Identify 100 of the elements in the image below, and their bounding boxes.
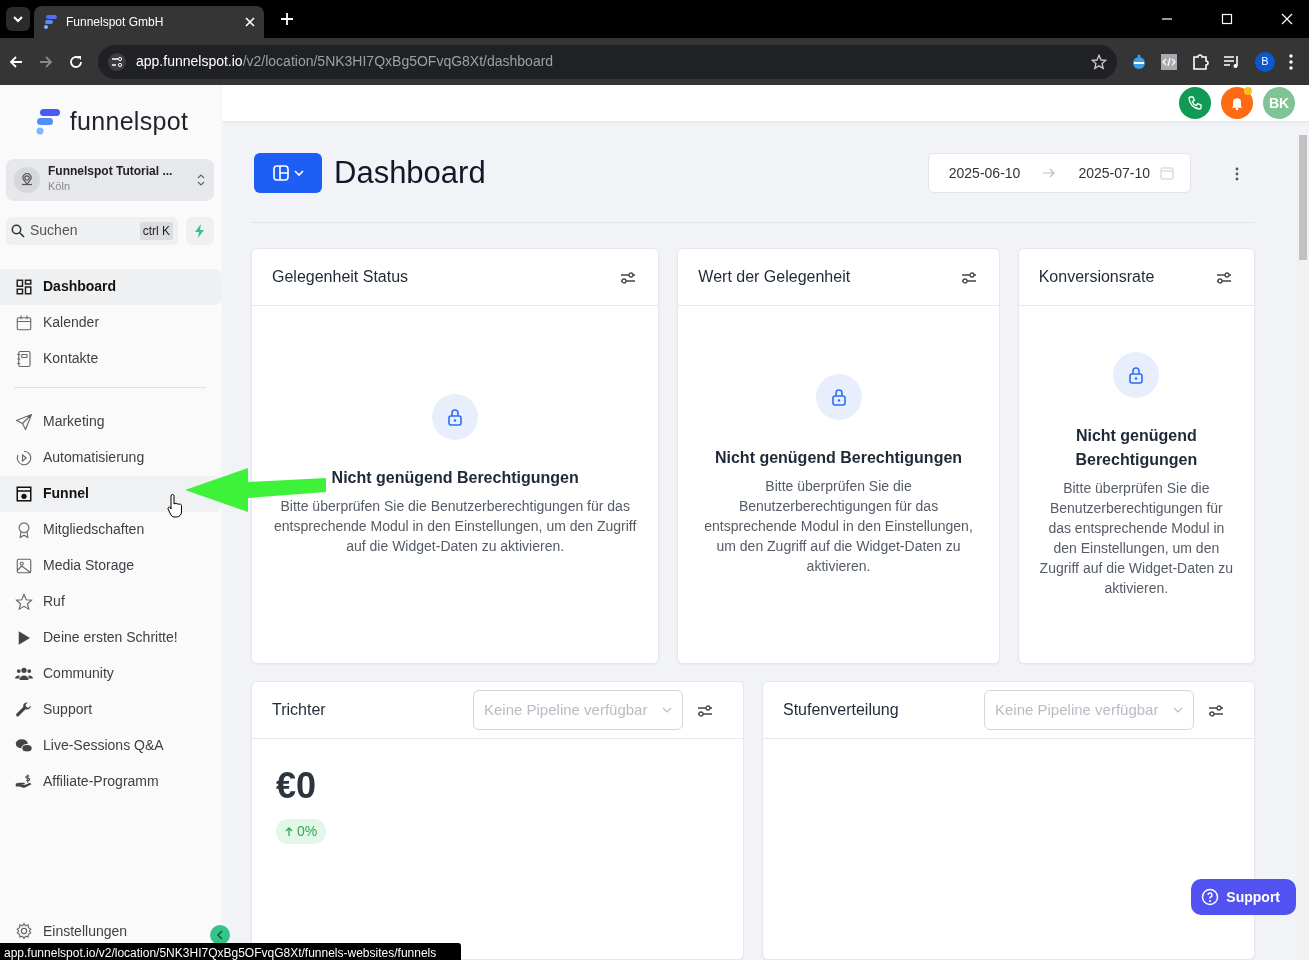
site-settings-icon [108, 52, 126, 71]
permission-message: Bitte überprüfen Sie die Benutzerberechtigungen für das entsprechende Modul in den Einstellungen, um den Zugriff auf die Widget-Daten zu aktivieren. [703, 476, 974, 576]
puzzle-icon[interactable] [1191, 52, 1209, 71]
close-icon[interactable] [1281, 13, 1293, 25]
widget-title: Stufenverteilung [783, 700, 900, 720]
help-icon [1201, 888, 1220, 906]
tab-title: Funnelspot GmbH [66, 14, 165, 31]
search-field[interactable]: Suchen ctrl K [6, 216, 178, 245]
chevron-down-icon [12, 13, 24, 25]
play-circle-icon [15, 448, 33, 467]
date-range-picker[interactable]: 2025-06-10 2025-07-10 [927, 153, 1191, 193]
chevron-left-icon [216, 930, 224, 940]
support-button[interactable]: Support [1191, 879, 1296, 915]
sliders-icon [960, 270, 977, 285]
tab-logo-icon [42, 14, 58, 30]
image-icon [15, 556, 33, 575]
chevron-down-icon [662, 705, 672, 715]
calendar-icon [15, 313, 33, 332]
account-location: Köln [48, 179, 72, 195]
maximize-icon[interactable] [1221, 13, 1233, 25]
sidebar-item[interactable]: Support [0, 691, 222, 728]
sliders-icon [1216, 270, 1232, 285]
bookmark-star-icon[interactable] [1091, 53, 1107, 70]
end-date: 2025-07-10 [1078, 163, 1150, 183]
sidebar-item[interactable]: Dashboard [0, 268, 222, 305]
pointer-cursor-icon [166, 494, 184, 518]
widget-title: Wert der Gelegenheit [698, 267, 852, 287]
chevron-down-icon [1173, 705, 1183, 715]
location-pin-icon [14, 166, 40, 193]
sidebar-item[interactable]: Community [0, 655, 222, 692]
sliders-icon [697, 703, 713, 718]
scrollbar-thumb[interactable] [1299, 135, 1307, 260]
close-icon[interactable] [244, 16, 256, 28]
sidebar-item[interactable]: Media Storage [0, 547, 222, 584]
chevron-down-icon [292, 167, 305, 179]
settings-icon [15, 922, 33, 940]
widget-title: Gelegenheit Status [272, 267, 410, 287]
grid-icon [15, 277, 33, 296]
notifications-button[interactable] [1221, 87, 1253, 119]
browser-tab[interactable]: Funnelspot GmbH [34, 6, 264, 38]
hand-coin-icon [15, 772, 33, 791]
new-tab-icon[interactable] [280, 12, 294, 26]
reload-icon[interactable] [68, 53, 84, 70]
sidebar-item[interactable]: Affiliate-Programm [0, 763, 222, 800]
media-queue-icon[interactable] [1223, 53, 1241, 70]
forward-icon[interactable] [38, 53, 54, 70]
search-placeholder: Suchen [30, 221, 78, 240]
change-badge: 0% [276, 819, 327, 844]
back-icon[interactable] [8, 53, 24, 70]
page-title: Dashboard [334, 154, 487, 192]
more-icon[interactable] [1289, 53, 1293, 70]
arrow-right-icon [1042, 167, 1057, 179]
total-value: €0 [276, 764, 318, 808]
permission-heading: Nicht genügend Berechtigungen [331, 467, 579, 488]
url-text: app.funnelspot.io/v2/location/5NK3HI7QxBg5OFvqG8Xt/dashboard [136, 52, 555, 71]
account-name: Funnelspot Tutorial ... [48, 164, 174, 179]
phone-icon [1187, 95, 1203, 111]
expand-collapse-icon [196, 172, 206, 187]
start-date: 2025-06-10 [948, 163, 1021, 183]
sliders-icon [620, 270, 637, 285]
sidebar-item[interactable]: Marketing [0, 403, 222, 440]
star-icon [15, 592, 33, 611]
sidebar-item[interactable]: Mitgliedschaften [0, 511, 222, 548]
more-icon [1235, 166, 1239, 181]
address-bar[interactable]: app.funnelspot.io/v2/location/5NK3HI7QxBg5OFvqG8Xt/dashboard [98, 44, 1117, 79]
layout-button[interactable] [254, 153, 322, 193]
permission-heading: Nicht genügend Berechtigungen [714, 447, 963, 468]
sidebar-item[interactable]: Automatisierung [0, 439, 222, 476]
chat-bubbles-icon [15, 736, 33, 755]
keyboard-shortcut: ctrl K [139, 221, 173, 240]
brand-name: funnelspot [69, 106, 189, 137]
layout-icon [271, 164, 290, 182]
lightning-icon [194, 223, 206, 238]
phone-button[interactable] [1179, 87, 1211, 119]
permission-message: Bitte überprüfen Sie die Benutzerberechtigungen für das entsprechende Modul in den Einstellungen, um den Zugriff auf die Widget-Daten zu aktivieren. [272, 496, 638, 556]
wrench-icon [15, 700, 33, 719]
extension-icon[interactable] [1131, 53, 1147, 70]
tab-list-button[interactable] [6, 7, 30, 31]
sidebar-item[interactable]: Ruf [0, 583, 222, 620]
browser-window-icon [15, 484, 33, 503]
sidebar-item[interactable]: Live-Sessions Q&A [0, 727, 222, 764]
send-icon [15, 412, 33, 431]
profile-avatar[interactable]: B [1255, 51, 1275, 72]
sidebar-item[interactable]: Einstellungen [0, 919, 136, 943]
calendar-icon [1160, 166, 1174, 180]
permission-heading: Nicht genügend Berechtigungen [1074, 425, 1199, 470]
arrow-up-icon [285, 827, 293, 838]
sliders-icon [1208, 703, 1224, 718]
account-switcher[interactable]: Funnelspot Tutorial ... Köln [6, 158, 214, 201]
bell-icon [1229, 95, 1245, 111]
code-extension-icon[interactable] [1161, 53, 1177, 70]
search-icon [11, 223, 25, 238]
address-book-icon [15, 349, 33, 368]
sidebar-item[interactable]: Kontakte [0, 340, 222, 377]
widget-title: Trichter [272, 700, 327, 720]
widget-title: Konversionsrate [1038, 267, 1156, 287]
permission-message: Bitte überprüfen Sie die Benutzerberechtigungen für das entsprechende Modul in den Einstellungen, um den Zugriff auf die Widget-Daten zu aktivieren. [1038, 478, 1234, 598]
sidebar-item[interactable]: Funnel [0, 475, 222, 512]
sidebar-item[interactable]: Deine ersten Schritte! [0, 619, 222, 656]
sidebar-item[interactable]: Kalender [0, 304, 222, 341]
